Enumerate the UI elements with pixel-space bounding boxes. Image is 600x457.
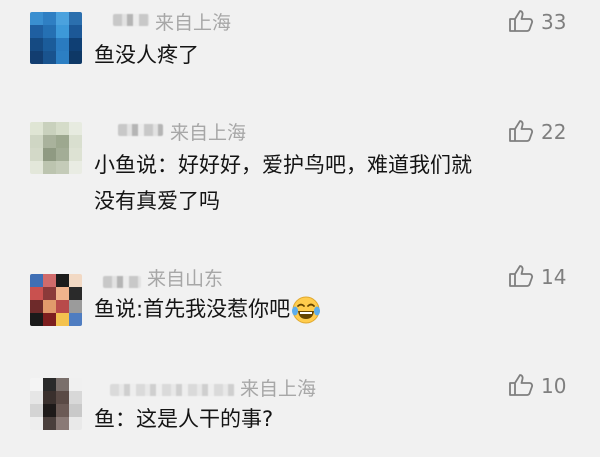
- location-label: 来自上海: [155, 12, 232, 34]
- comment-text: 鱼：这是人干的事?: [94, 401, 273, 437]
- comment-line: 鱼说:首先我没惹你吧: [94, 291, 321, 327]
- location-label: 来自上海: [170, 122, 247, 144]
- comment-line-text: 鱼说:首先我没惹你吧: [94, 297, 291, 321]
- comment-text: 鱼没人疼了: [94, 37, 199, 73]
- avatar[interactable]: [30, 12, 82, 64]
- username-blurred[interactable]: [118, 124, 163, 136]
- like-count: 33: [541, 10, 567, 34]
- comment-line: 鱼：这是人干的事?: [94, 407, 274, 431]
- avatar[interactable]: [30, 378, 82, 430]
- username-blurred[interactable]: [113, 14, 149, 26]
- comment-line: 鱼没人疼了: [94, 43, 199, 67]
- comment-line: 小鱼说：好好好，爱护鸟吧，难道我们就: [94, 153, 472, 177]
- username-blurred[interactable]: [110, 384, 235, 396]
- like-count: 22: [541, 120, 567, 144]
- comment-text: 小鱼说：好好好，爱护鸟吧，难道我们就 没有真爱了吗: [94, 147, 472, 219]
- location-label: 来自山东: [147, 268, 224, 290]
- avatar[interactable]: [30, 274, 82, 326]
- username-blurred[interactable]: [103, 276, 141, 288]
- laughing-crying-emoji-icon: [292, 296, 321, 324]
- thumbs-up-icon[interactable]: [508, 264, 534, 288]
- thumbs-up-icon[interactable]: [508, 373, 534, 397]
- comment-line: 没有真爱了吗: [94, 189, 220, 213]
- thumbs-up-icon[interactable]: [508, 9, 534, 33]
- thumbs-up-icon[interactable]: [508, 119, 534, 143]
- like-count: 10: [541, 374, 567, 398]
- avatar[interactable]: [30, 122, 82, 174]
- location-label: 来自上海: [240, 378, 317, 400]
- like-count: 14: [541, 265, 567, 289]
- comment-text: 鱼说:首先我没惹你吧: [94, 291, 321, 327]
